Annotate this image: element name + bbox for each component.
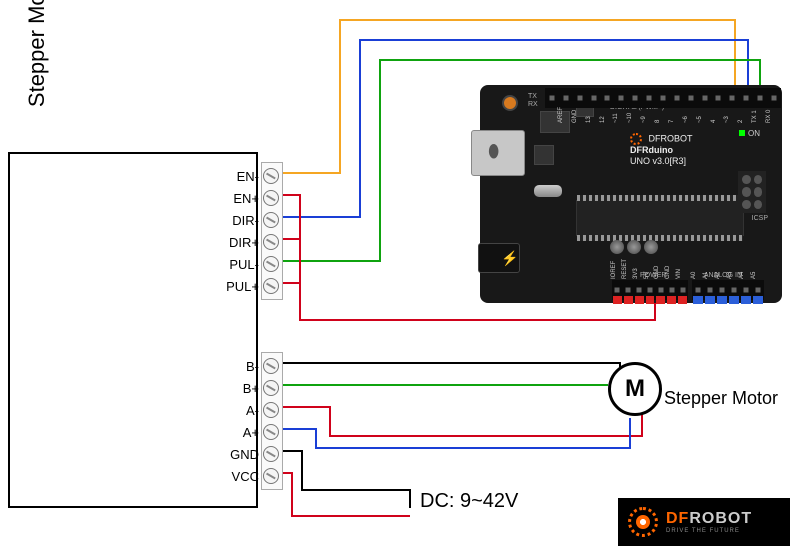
dc-jack-icon bbox=[478, 243, 520, 273]
screw-icon bbox=[263, 256, 279, 272]
terminal-b-minus: B- bbox=[225, 355, 280, 377]
tx-label: TX bbox=[528, 93, 537, 100]
screw-icon bbox=[263, 424, 279, 440]
pin-RESET: RESET bbox=[623, 280, 634, 300]
gear-icon bbox=[630, 133, 642, 145]
pin-A4: A4 bbox=[740, 280, 752, 300]
stepper-motor-label: Stepper Motor bbox=[664, 388, 778, 409]
gear-icon bbox=[628, 507, 658, 537]
screw-icon bbox=[263, 190, 279, 206]
terminal-pul-plus: PUL+ bbox=[225, 275, 280, 297]
pin-4: 4 bbox=[712, 88, 726, 108]
terminal-a-plus: A+ bbox=[225, 421, 280, 443]
screw-icon bbox=[263, 234, 279, 250]
pin-3V3: 3V3 bbox=[634, 280, 645, 300]
pin-3: ~3 bbox=[725, 88, 739, 108]
pin-A2: A2 bbox=[716, 280, 728, 300]
pin-11: ~11 bbox=[614, 88, 628, 108]
screw-icon bbox=[263, 168, 279, 184]
stepper-driver-title: Stepper Motor Driver bbox=[24, 0, 50, 165]
driver-terminals-top: EN- EN+ DIR- DIR+ PUL- PUL+ bbox=[225, 165, 280, 297]
pin-GND: GND bbox=[655, 280, 666, 300]
smd-component-icon bbox=[534, 145, 554, 165]
pin-A0: A0 bbox=[692, 280, 704, 300]
terminal-dir-minus: DIR- bbox=[225, 209, 280, 231]
arduino-power-pins: IOREFRESET3V35VGNDGNDVIN bbox=[612, 280, 688, 300]
pin-10: ~10 bbox=[628, 88, 642, 108]
pin-6: ~6 bbox=[684, 88, 698, 108]
pin-IOREF: IOREF bbox=[612, 280, 623, 300]
pin-A5: A5 bbox=[752, 280, 764, 300]
pin-A1: A1 bbox=[704, 280, 716, 300]
pin-GND: GND bbox=[666, 280, 677, 300]
terminal-b-plus: B+ bbox=[225, 377, 280, 399]
pin- bbox=[545, 88, 559, 108]
screw-icon bbox=[263, 468, 279, 484]
stepper-motor-symbol: M bbox=[608, 362, 662, 416]
pin-VIN: VIN bbox=[677, 280, 688, 300]
dc-power-label: DC: 9~42V bbox=[420, 490, 518, 513]
icsp-label: ICSP bbox=[752, 215, 768, 222]
pin-TX1: TX 1 bbox=[753, 88, 767, 108]
pin-7: 7 bbox=[670, 88, 684, 108]
terminal-dir-plus: DIR+ bbox=[225, 231, 280, 253]
screw-icon bbox=[263, 446, 279, 462]
screw-icon bbox=[263, 278, 279, 294]
pin-RX0: RX 0 bbox=[767, 88, 781, 108]
pin-5V: 5V bbox=[645, 280, 656, 300]
pin-8: 8 bbox=[656, 88, 670, 108]
crystal-icon bbox=[534, 185, 562, 197]
reset-button-icon bbox=[502, 95, 518, 111]
rx-label: RX bbox=[528, 101, 538, 108]
icsp-header-icon bbox=[738, 171, 766, 213]
stepper-driver-box bbox=[8, 152, 258, 508]
capacitors-icon bbox=[610, 240, 658, 254]
arduino-brand-label: DFROBOT DFRduino UNO v3.0[R3] bbox=[630, 133, 693, 167]
power-led-label: ON bbox=[739, 129, 760, 138]
terminal-vcc: VCC bbox=[225, 465, 280, 487]
pin-A3: A3 bbox=[728, 280, 740, 300]
terminal-gnd: GND bbox=[225, 443, 280, 465]
screw-icon bbox=[263, 380, 279, 396]
arduino-digital-pins: AREFGND1312~11~10~987~6~54~32TX 1RX 0 bbox=[545, 88, 781, 108]
screw-icon bbox=[263, 402, 279, 418]
screw-icon bbox=[263, 212, 279, 228]
screw-icon bbox=[263, 358, 279, 374]
dfrobot-logo: DFROBOT DRIVE THE FUTURE bbox=[618, 498, 790, 546]
pin-GND: GND bbox=[573, 88, 587, 108]
terminal-a-minus: A- bbox=[225, 399, 280, 421]
pin-AREF: AREF bbox=[559, 88, 573, 108]
terminal-en-plus: EN+ bbox=[225, 187, 280, 209]
pin-13: 13 bbox=[587, 88, 601, 108]
arduino-analog-pins: A0A1A2A3A4A5 bbox=[692, 280, 764, 300]
pin-5: ~5 bbox=[698, 88, 712, 108]
usb-port-icon bbox=[471, 130, 525, 176]
pin-12: 12 bbox=[601, 88, 615, 108]
terminal-en-minus: EN- bbox=[225, 165, 280, 187]
pin-9: ~9 bbox=[642, 88, 656, 108]
driver-terminals-bot: B- B+ A- A+ GND VCC bbox=[225, 355, 280, 487]
terminal-pul-minus: PUL- bbox=[225, 253, 280, 275]
analog-strip-label: ANALOG IN bbox=[704, 272, 742, 279]
pin-2: 2 bbox=[739, 88, 753, 108]
mcu-chip-icon bbox=[576, 200, 744, 236]
smd-component-icon bbox=[540, 111, 570, 133]
